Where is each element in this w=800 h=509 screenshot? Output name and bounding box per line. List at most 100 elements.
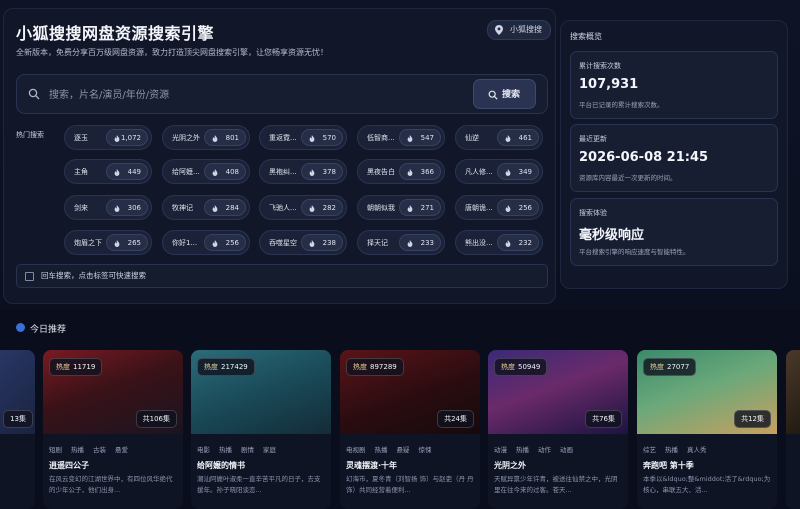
hot-tag[interactable]: 择天记 233: [357, 230, 445, 255]
stat-label: 搜索体验: [579, 209, 607, 217]
hot-tag[interactable]: 牧神记 284: [162, 195, 250, 220]
hot-tag[interactable]: 重返霓... 570: [259, 125, 347, 150]
hot-tag[interactable]: 飞驰人... 282: [259, 195, 347, 220]
hot-tag-count: 801: [204, 129, 246, 146]
hot-tag-count-value: 238: [322, 239, 336, 247]
movie-title: 逍遥四公子: [49, 461, 89, 470]
episode-badge: 共106集: [135, 410, 177, 428]
hot-tag[interactable]: 吞噬星空 238: [259, 230, 347, 255]
hot-tag-count: 547: [399, 129, 441, 146]
movie-desc: 幻海市，夏冬青（刘智扬 饰）与赵吏（丹 丹 饰）共同经营着便利...: [346, 475, 474, 494]
heat-value: 27077: [667, 363, 690, 371]
movie-tag: 动画: [560, 446, 573, 454]
hot-tag-name: 重返霓...: [269, 134, 297, 142]
hot-tag-name: 光阴之外: [172, 134, 200, 142]
heat-value: 11719: [73, 363, 96, 371]
hint-text: 回车搜索，点击标签可快速搜索: [41, 271, 146, 280]
flame-icon: [309, 135, 315, 142]
hot-tag[interactable]: 仙逆 461: [455, 125, 543, 150]
flame-icon: [114, 205, 120, 212]
hot-tag[interactable]: 低智商... 547: [357, 125, 445, 150]
hot-tag-name: 择天记: [367, 239, 388, 247]
movie-tag: 悬爱: [115, 446, 128, 454]
info-icon: [16, 323, 25, 332]
stat-label: 累计搜索次数: [579, 62, 621, 70]
movie-tag: 真人秀: [687, 446, 707, 454]
hot-tag-count: 349: [497, 163, 539, 180]
hot-tag-count-value: 282: [322, 204, 336, 212]
flame-icon: [309, 169, 315, 176]
movie-card[interactable]: 热度 11719 共106集 短剧 热播 古装 悬爱 逍遥四公子 在风云变幻的江湖世界中，有四位…: [43, 350, 183, 509]
hot-tag-count: 408: [204, 163, 246, 180]
episode-badge: 共12集: [734, 410, 771, 428]
movie-desc: 潮汕阿嬷叶淑柔一直辛苦平凡的日子，去支援年。孙子晓阳谈恋...: [197, 475, 321, 494]
search-input[interactable]: [47, 84, 451, 106]
episode-badge: 共76集: [585, 410, 622, 428]
stat-card: 累计搜索次数 107,931 平台已记录的累计搜索次数。: [570, 51, 778, 119]
card-partial-left[interactable]: 13集: [0, 350, 35, 509]
hot-tag-count: 449: [106, 163, 148, 180]
movie-card[interactable]: 热度 217429 电影 热播 剧情 家庭 给阿嬷的情书 潮汕阿嬷叶淑柔一直辛苦平凡的日子，去…: [191, 350, 331, 509]
hot-tag-name: 飞驰人...: [269, 204, 297, 212]
hot-tag[interactable]: 黑袍纠... 378: [259, 159, 347, 184]
hot-tag[interactable]: 炮眉之下 265: [64, 230, 152, 255]
hot-tag[interactable]: 逐玉 1,072: [64, 125, 152, 150]
location-pin-icon: [495, 25, 503, 35]
movie-card[interactable]: 热度 50949 共76集 动漫 热播 动作 动画 光阴之外 天赋异禀少年许青，被送往仙禁之中，…: [488, 350, 628, 509]
heat-label: 热度: [353, 363, 367, 371]
recommend-title-text: 今日推荐: [30, 325, 67, 335]
hot-tag[interactable]: 主角 449: [64, 159, 152, 184]
movie-tag: 惊悚: [418, 446, 432, 454]
flame-icon: [212, 240, 218, 247]
hint-bar: 回车搜索，点击标签可快速搜索: [16, 264, 548, 288]
movie-title: 给阿嬷的情书: [197, 461, 245, 470]
hot-tag-name: 吞噬星空: [269, 239, 297, 247]
brand-badge[interactable]: 小狐搜搜: [487, 20, 551, 40]
hot-tag[interactable]: 黑夜告白 366: [357, 159, 445, 184]
hot-tag[interactable]: 朝朝似我 271: [357, 195, 445, 220]
hot-tag[interactable]: 剑来 306: [64, 195, 152, 220]
movie-tag: 热播: [219, 446, 232, 454]
movie-tag: 家庭: [263, 446, 276, 454]
flame-icon: [407, 205, 413, 212]
hot-tag[interactable]: 光阴之外 801: [162, 125, 250, 150]
search-button[interactable]: 搜索: [473, 79, 536, 109]
hot-tag-count: 256: [497, 199, 539, 216]
hot-tag-count-value: 570: [322, 134, 336, 142]
page-title: 小狐搜搜网盘资源搜索引擎: [16, 24, 215, 43]
heat-badge: 热度 11719: [49, 358, 103, 376]
movie-tag: 电视剧: [346, 446, 366, 454]
hot-tag-count: 1,072: [106, 129, 148, 146]
page-subtitle: 全新版本，免费分享百万级网盘资源，致力打造顶尖网盘搜索引擎，让您畅享资源无忧！: [16, 48, 328, 57]
hot-tag-name: 逐玉: [74, 134, 88, 142]
movie-desc: 本季以&ldquo;整&middot;活了&rdquo;为核心，串联五大、活..…: [643, 475, 771, 494]
hot-search-label: 热门搜索: [16, 131, 44, 139]
flame-icon: [212, 205, 218, 212]
hot-tag-name: 黑夜告白: [367, 168, 395, 176]
movie-card[interactable]: 热度 27077 共12集 综艺 热播 真人秀 奔跑吧 第十季 本季以&ldquo;整&mid…: [637, 350, 777, 509]
movie-title: 灵魂摆渡·十年: [346, 461, 398, 470]
flame-icon: [212, 135, 218, 142]
heat-label: 热度: [56, 363, 70, 371]
hot-tag-count-value: 232: [518, 239, 532, 247]
heat-badge: 热度 897289: [346, 358, 404, 376]
brand-label: 小狐搜搜: [510, 25, 542, 34]
hot-tag[interactable]: 唐朝诡... 256: [455, 195, 543, 220]
hot-tag-count-value: 256: [518, 204, 532, 212]
hot-tag-name: 牧神记: [172, 204, 193, 212]
movie-card[interactable]: 热度 897289 共24集 电视剧 热播 悬疑 惊悚 灵魂摆渡·十年 幻海市，夏冬青（刘智扬 …: [340, 350, 480, 509]
hot-tag[interactable]: 给阿嬷... 408: [162, 159, 250, 184]
stat-card: 最近更新 2026-06-08 21:45 资源库内容最近一次更新的时间。: [570, 124, 778, 192]
flame-icon: [407, 240, 413, 247]
hot-tag-name: 主角: [74, 168, 88, 176]
hot-tag[interactable]: 你好1... 256: [162, 230, 250, 255]
hot-tag[interactable]: 凡人修... 349: [455, 159, 543, 184]
heat-label: 热度: [204, 363, 218, 371]
movie-tag: 热播: [665, 446, 678, 454]
stat-value: 毫秒级响应: [579, 228, 645, 243]
episode-badge: 共24集: [437, 410, 474, 428]
flame-icon: [407, 169, 413, 176]
hot-tag[interactable]: 熊出没... 232: [455, 230, 543, 255]
stat-value: 107,931: [579, 77, 639, 92]
card-partial-right[interactable]: [786, 350, 800, 509]
